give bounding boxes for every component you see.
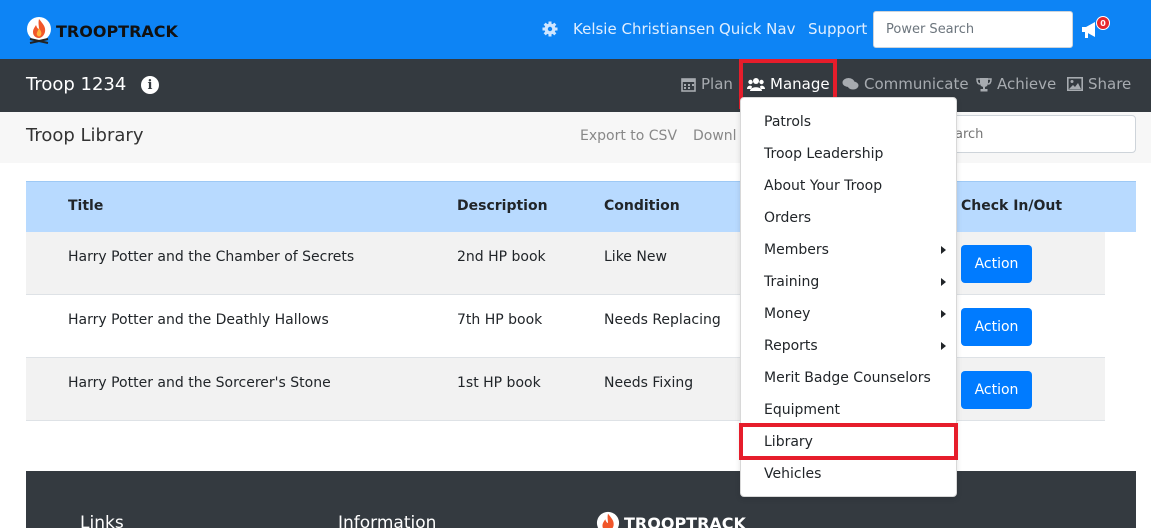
menu-item-label: About Your Troop [764,178,883,194]
column-header-check-in-out[interactable]: Check In/Out [961,198,1062,214]
column-header-description[interactable]: Description [457,198,548,214]
menu-item-members[interactable]: Members [741,234,956,266]
action-button[interactable]: Action [961,245,1032,283]
nav-plan-label: Plan [701,75,733,93]
table-header-row: Title Description Condition Check In/Out [26,181,1136,232]
menu-item-label: Orders [764,210,812,226]
menu-item-training[interactable]: Training [741,266,956,298]
menu-item-label: Vehicles [764,466,822,482]
footer-brand-name: TROOPTRACK [624,513,746,528]
library-highlight [739,423,958,460]
row-description: 1st HP book [457,375,541,391]
export-csv-link[interactable]: Export to CSV [580,128,677,144]
menu-item-reports[interactable]: Reports [741,330,956,362]
action-button[interactable]: Action [961,371,1032,409]
row-condition: Like New [604,249,667,265]
footer-logo: TROOPTRACK [596,511,746,528]
menu-item-label: Members [764,242,829,258]
column-header-condition[interactable]: Condition [604,198,680,214]
row-condition: Needs Fixing [604,375,694,391]
row-title: Harry Potter and the Deathly Hallows [68,312,329,328]
flame-logo-icon [27,17,51,44]
menu-item-label: Training [764,274,820,290]
footer-links-heading: Links [80,513,124,528]
info-icon[interactable]: i [141,76,159,94]
menu-item-patrols[interactable]: Patrols [741,106,956,138]
library-subheader: Troop Library Export to CSV Downl [0,112,1151,163]
submenu-caret-icon [941,342,946,350]
menu-item-label: Merit Badge Counselors [764,370,931,386]
nav-communicate[interactable]: Communicate [842,75,969,93]
top-bar: TROOPTRACK Kelsie Christiansen Quick Nav… [0,0,1151,59]
row-condition: Needs Replacing [604,312,721,328]
nav-achieve-label: Achieve [997,75,1057,93]
notification-count-badge: 0 [1096,16,1110,30]
menu-item-label: Troop Leadership [764,146,884,162]
nav-plan[interactable]: Plan [681,75,733,93]
trooptrack-logo[interactable]: TROOPTRACK [26,16,178,46]
flame-logo-icon [596,511,620,528]
column-header-title[interactable]: Title [68,198,103,214]
menu-item-label: Equipment [764,402,840,418]
comments-icon [842,78,859,90]
footer-information-heading: Information [338,513,437,528]
row-description: 2nd HP book [457,249,546,265]
brand-name: TROOPTRACK [56,21,178,41]
page-title: Troop Library [26,125,144,146]
menu-item-label: Money [764,306,811,322]
menu-item-label: Patrols [764,114,812,130]
power-search-input[interactable] [873,11,1073,48]
trophy-icon [976,77,992,91]
submenu-caret-icon [941,310,946,318]
row-description: 7th HP book [457,312,543,328]
menu-item-merit-badge-counselors[interactable]: Merit Badge Counselors [741,362,956,394]
submenu-caret-icon [941,278,946,286]
user-menu-link[interactable]: Kelsie Christiansen [573,20,715,38]
menu-item-money[interactable]: Money [741,298,956,330]
troop-title: Troop 1234 [26,74,127,95]
menu-item-troop-leadership[interactable]: Troop Leadership [741,138,956,170]
menu-item-equipment[interactable]: Equipment [741,394,956,426]
calendar-icon [681,77,696,92]
action-button[interactable]: Action [961,308,1032,346]
library-search-input[interactable] [934,115,1136,153]
menu-item-label: Reports [764,338,818,354]
nav-share-label: Share [1088,75,1132,93]
nav-share[interactable]: Share [1067,75,1131,93]
troop-nav-bar: Troop 1234 i Plan Manage Communicate Ach… [0,59,1151,112]
page-footer: Links Information TROOPTRACK [26,471,1136,528]
menu-item-orders[interactable]: Orders [741,202,956,234]
support-link[interactable]: Support [808,20,867,38]
menu-item-about-your-troop[interactable]: About Your Troop [741,170,956,202]
menu-item-vehicles[interactable]: Vehicles [741,458,956,490]
gear-icon[interactable] [542,21,558,37]
nav-achieve[interactable]: Achieve [976,75,1056,93]
image-icon [1067,77,1083,91]
download-link[interactable]: Downl [693,128,737,144]
row-title: Harry Potter and the Chamber of Secrets [68,249,355,265]
nav-communicate-label: Communicate [864,75,969,93]
submenu-caret-icon [941,246,946,254]
row-title: Harry Potter and the Sorcerer's Stone [68,375,331,391]
quick-nav-link[interactable]: Quick Nav [719,20,795,38]
